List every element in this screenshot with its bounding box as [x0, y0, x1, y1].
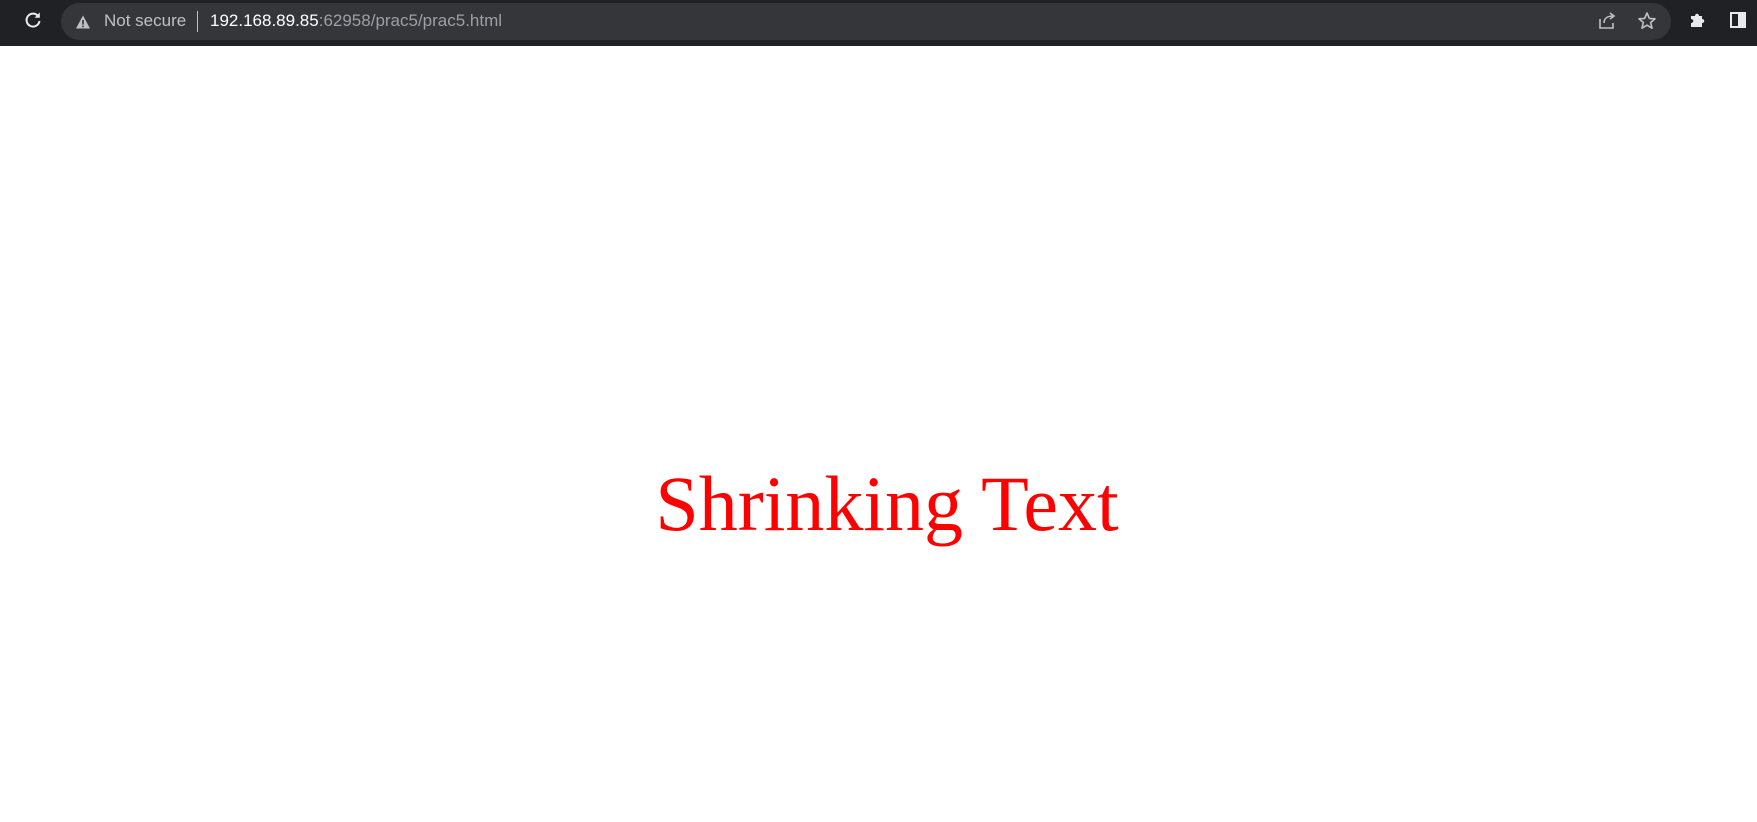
- share-icon: [1599, 12, 1616, 29]
- bookmark-button[interactable]: [1637, 11, 1657, 31]
- address-bar[interactable]: Not secure 192.168.89.85:62958/prac5/pra…: [61, 3, 1671, 40]
- back-arrow-icon[interactable]: ‹: [0, 12, 4, 28]
- star-icon: [1638, 12, 1656, 29]
- side-panel-icon: [1730, 12, 1746, 28]
- share-button[interactable]: [1597, 11, 1617, 31]
- page-content: Shrinking Text: [0, 46, 1757, 822]
- url-path: :62958/prac5/prac5.html: [318, 11, 503, 30]
- address-divider: [197, 11, 198, 32]
- url-host: 192.168.89.85: [210, 11, 319, 30]
- side-panel-button[interactable]: [1727, 9, 1749, 31]
- url-text[interactable]: 192.168.89.85:62958/prac5/prac5.html: [210, 11, 502, 31]
- warning-icon[interactable]: [75, 14, 91, 30]
- puzzle-icon: [1691, 13, 1705, 27]
- page-heading: Shrinking Text: [655, 460, 1119, 547]
- reload-icon: [25, 12, 41, 28]
- extensions-button[interactable]: [1687, 9, 1709, 31]
- reload-button[interactable]: [21, 8, 45, 32]
- browser-toolbar: ‹ Not secure 192.168.89.85:62958/prac5/p…: [0, 0, 1757, 46]
- security-status-label[interactable]: Not secure: [104, 11, 186, 31]
